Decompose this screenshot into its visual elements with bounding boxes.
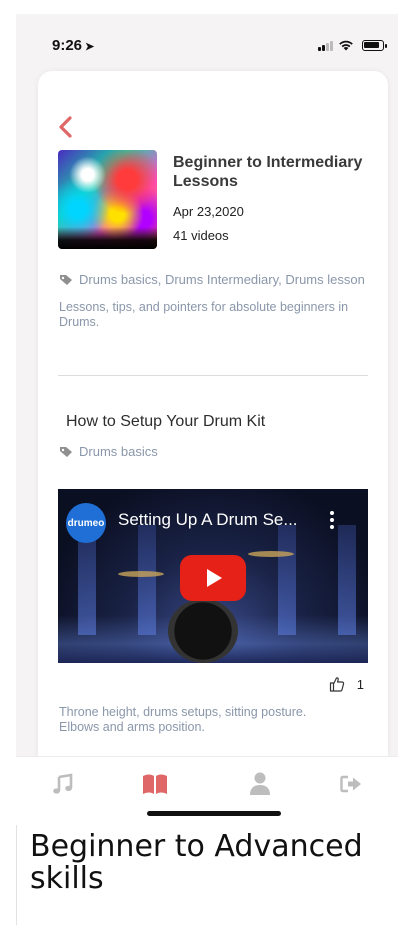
phone-screen: 9:26 ➤ Beginner to Intermediary Lessons A…: [16, 14, 398, 825]
playlist-date: Apr 23,2020: [173, 204, 244, 219]
thumbnail-crowd: [58, 227, 157, 249]
likes: 1: [329, 676, 364, 692]
play-button[interactable]: [180, 555, 246, 601]
music-note-icon: [53, 773, 73, 794]
video-embed-caption: Setting Up A Drum Se...: [118, 510, 298, 529]
back-chevron-icon[interactable]: [56, 115, 76, 139]
tab-bar: [16, 756, 398, 825]
tag-icon: [60, 274, 72, 285]
playlist-thumbnail: [58, 150, 157, 249]
tab-profile[interactable]: [245, 771, 275, 797]
playlist-tags: Drums basics, Drums Intermediary, Drums …: [59, 272, 365, 287]
section-divider: [58, 375, 368, 376]
user-icon: [250, 772, 270, 795]
tag-icon: [60, 446, 72, 457]
home-indicator: [147, 811, 281, 816]
channel-logo: drumeo: [66, 503, 106, 543]
video-tags: Drums basics: [59, 444, 158, 459]
battery-icon: [362, 40, 387, 51]
like-count: 1: [356, 676, 364, 692]
signal-icon: [318, 41, 333, 51]
tab-music[interactable]: [48, 771, 78, 797]
playlist-card: Beginner to Intermediary Lessons Apr 23,…: [38, 71, 388, 771]
status-time-text: 9:26: [52, 37, 83, 54]
playlist-tags-text: Drums basics, Drums Intermediary, Drums …: [79, 272, 365, 287]
system-icons: [304, 39, 387, 53]
video-tags-text: Drums basics: [79, 444, 158, 459]
thumbs-up-icon[interactable]: [329, 676, 345, 692]
bass-drum: [168, 599, 238, 663]
playlist-title: Beginner to Intermediary Lessons: [173, 154, 363, 190]
tab-logout[interactable]: [336, 771, 366, 797]
video-more-icon[interactable]: [330, 511, 334, 531]
cymbal: [248, 551, 294, 557]
playlist-video-count: 41 videos: [173, 228, 229, 243]
video-description: Throne height, drums setups, sitting pos…: [59, 705, 307, 734]
tab-lessons[interactable]: [140, 771, 170, 797]
page-caption: Beginner to Advanced skills: [30, 829, 363, 896]
playlist-description: Lessons, tips, and pointers for absolute…: [59, 300, 349, 329]
wifi-icon: [339, 40, 353, 51]
video-player[interactable]: drumeo Setting Up A Drum Se...: [58, 489, 368, 663]
video-title[interactable]: How to Setup Your Drum Kit: [66, 413, 265, 431]
location-arrow-icon: ➤: [85, 41, 95, 53]
logout-icon: [340, 775, 361, 793]
cymbal: [118, 571, 164, 577]
status-time: 9:26 ➤: [52, 37, 94, 54]
book-icon: [143, 774, 167, 794]
status-bar: 9:26 ➤: [16, 14, 398, 64]
